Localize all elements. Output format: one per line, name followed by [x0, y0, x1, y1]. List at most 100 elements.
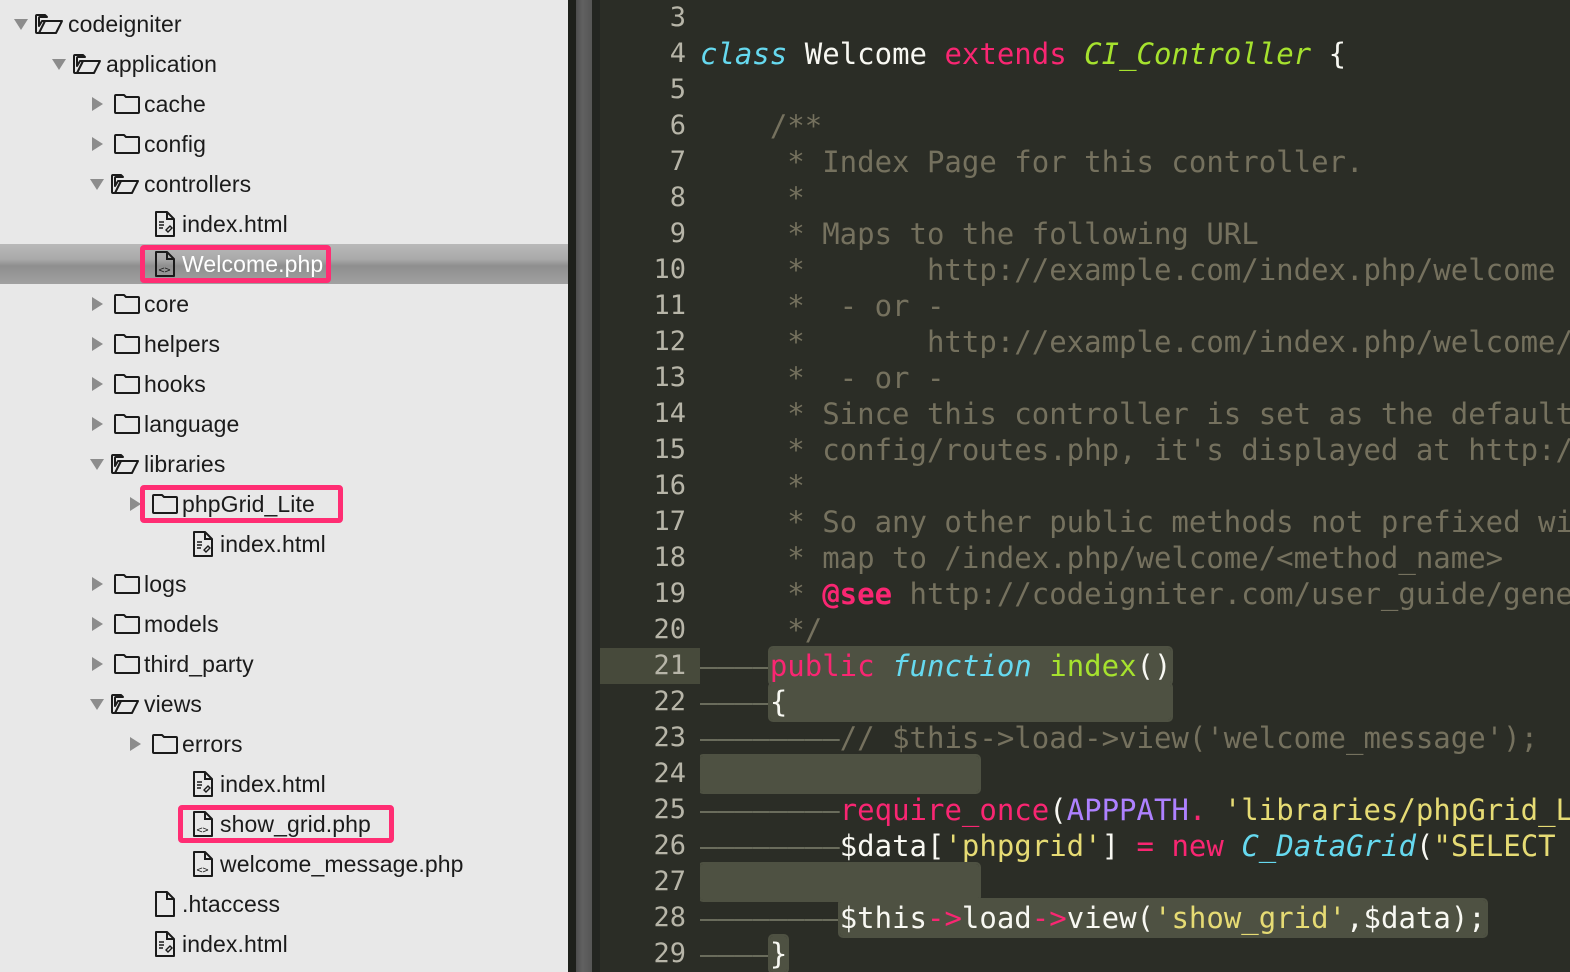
chevron-down-icon[interactable] [84, 164, 110, 204]
php-file-icon: <> [186, 844, 220, 884]
chevron-right-icon[interactable] [84, 404, 110, 444]
php-file-icon: <> [186, 804, 220, 844]
code-line[interactable]: * http://example.com/index.php/welcome/i… [700, 324, 1570, 360]
folder-open-icon [110, 684, 144, 724]
code-line[interactable]: * Since this controller is set as the de… [700, 396, 1570, 432]
chevron-down-icon[interactable] [84, 684, 110, 724]
chevron-right-icon[interactable] [84, 604, 110, 644]
code-line[interactable]: */ [700, 612, 1570, 648]
tree-row-models[interactable]: models [0, 604, 568, 644]
divider-edge-left [568, 0, 576, 972]
tree-row-third-party[interactable]: third_party [0, 644, 568, 684]
chevron-right-icon[interactable] [84, 84, 110, 124]
code-editor[interactable]: 3 4 5 6 7 8 9 10 11 12 13 14 15 16 17 18 19 20 21 22 23 24 25 2… [600, 0, 1570, 972]
tree-row-application[interactable]: application [0, 44, 568, 84]
chevron-right-icon[interactable] [84, 364, 110, 404]
code-line[interactable]: * - or - [700, 288, 1570, 324]
tree-row-logs[interactable]: logs [0, 564, 568, 604]
tree-row-label: index.html [220, 531, 326, 557]
tree-row-index-html[interactable]: index.html [0, 924, 568, 964]
code-line[interactable]: class Welcome extends CI_Controller { [700, 36, 1570, 72]
chevron-right-icon[interactable] [84, 644, 110, 684]
vertical-scrollbar[interactable] [576, 0, 592, 972]
code-line[interactable] [700, 0, 1570, 36]
tree-row-label: .htaccess [182, 891, 281, 917]
php-file-icon: <> [148, 244, 182, 284]
tree-row-config[interactable]: config [0, 124, 568, 164]
code-line[interactable] [700, 756, 1570, 792]
line-number: 17 [653, 506, 686, 537]
code-line[interactable]: /** [700, 108, 1570, 144]
code-line[interactable]: * - or - [700, 360, 1570, 396]
tree-row-codeigniter[interactable]: codeigniter [0, 4, 568, 44]
chevron-right-icon[interactable] [122, 724, 148, 764]
tree-row-label: cache [144, 91, 206, 117]
code-content[interactable]: class Welcome extends CI_Controller { /*… [700, 0, 1570, 972]
chevron-down-icon[interactable] [8, 4, 34, 44]
tree-row-index-html[interactable]: index.html [0, 764, 568, 804]
file-tree-sidebar[interactable]: codeigniter application cache config control… [0, 0, 568, 972]
folder-icon [110, 124, 144, 164]
code-line[interactable]: ————————$this->load->view('show_grid',$d… [700, 900, 1570, 936]
line-number: 13 [653, 362, 686, 393]
tree-row-index-html[interactable]: index.html [0, 524, 568, 564]
line-number: 25 [653, 794, 686, 825]
code-line[interactable]: * [700, 468, 1570, 504]
line-number: 28 [653, 902, 686, 933]
code-line[interactable]: * @see http://codeigniter.com/user_guide… [700, 576, 1570, 612]
chevron-down-icon[interactable] [84, 444, 110, 484]
code-line[interactable]: * map to /index.php/welcome/<method_name… [700, 540, 1570, 576]
chevron-right-icon[interactable] [122, 484, 148, 524]
code-line[interactable]: * Maps to the following URL [700, 216, 1570, 252]
line-number: 9 [669, 218, 686, 249]
tree-row-phpgrid-lite[interactable]: phpGrid_Lite [0, 484, 568, 524]
tree-row-controllers[interactable]: controllers [0, 164, 568, 204]
tree-row-label: controllers [144, 171, 252, 197]
line-number: 20 [653, 614, 686, 645]
tree-row-cache[interactable]: cache [0, 84, 568, 124]
tree-row-language[interactable]: language [0, 404, 568, 444]
chevron-right-icon[interactable] [84, 324, 110, 364]
code-line[interactable]: * [700, 180, 1570, 216]
tree-row-core[interactable]: core [0, 284, 568, 324]
tree-row-welcome-php[interactable]: <> Welcome.php [0, 244, 568, 284]
tree-row-label: core [144, 291, 190, 317]
tree-row-index-html[interactable]: index.html [0, 204, 568, 244]
line-number: 21 [600, 648, 700, 684]
code-line[interactable]: ————————require_once(APPPATH. 'libraries… [700, 792, 1570, 828]
code-line[interactable] [700, 72, 1570, 108]
code-line[interactable]: ————} [700, 936, 1570, 972]
chevron-right-icon[interactable] [84, 564, 110, 604]
tree-row-helpers[interactable]: helpers [0, 324, 568, 364]
code-line[interactable]: * config/routes.php, it's displayed at h… [700, 432, 1570, 468]
code-line[interactable]: ————————$data['phpgrid'] = new C_DataGri… [700, 828, 1570, 864]
file-tree[interactable]: codeigniter application cache config control… [0, 0, 568, 964]
tree-row-label: index.html [220, 771, 326, 797]
code-line[interactable]: * http://example.com/index.php/welcome [700, 252, 1570, 288]
folder-open-icon [110, 444, 144, 484]
code-line[interactable]: ————————// $this->load->view('welcome_me… [700, 720, 1570, 756]
code-line[interactable]: * Index Page for this controller. [700, 144, 1570, 180]
tree-row-show-grid-php[interactable]: <> show_grid.php [0, 804, 568, 844]
tree-row-hooks[interactable]: hooks [0, 364, 568, 404]
tree-row-libraries[interactable]: libraries [0, 444, 568, 484]
code-line[interactable] [700, 864, 1570, 900]
html-file-icon [148, 924, 182, 964]
chevron-down-icon[interactable] [46, 44, 72, 84]
tree-row-errors[interactable]: errors [0, 724, 568, 764]
chevron-right-icon[interactable] [84, 124, 110, 164]
code-line[interactable]: ————{ [700, 684, 1570, 720]
tree-row-views[interactable]: views [0, 684, 568, 724]
line-number: 6 [669, 110, 686, 141]
editor-window: codeigniter application cache config control… [0, 0, 1570, 972]
chevron-right-icon[interactable] [84, 284, 110, 324]
code-line[interactable]: * So any other public methods not prefix… [700, 504, 1570, 540]
code-line[interactable]: ————public function index() [700, 648, 1570, 684]
tree-row-welcome-message-php[interactable]: <> welcome_message.php [0, 844, 568, 884]
tree-row--htaccess[interactable]: .htaccess [0, 884, 568, 924]
